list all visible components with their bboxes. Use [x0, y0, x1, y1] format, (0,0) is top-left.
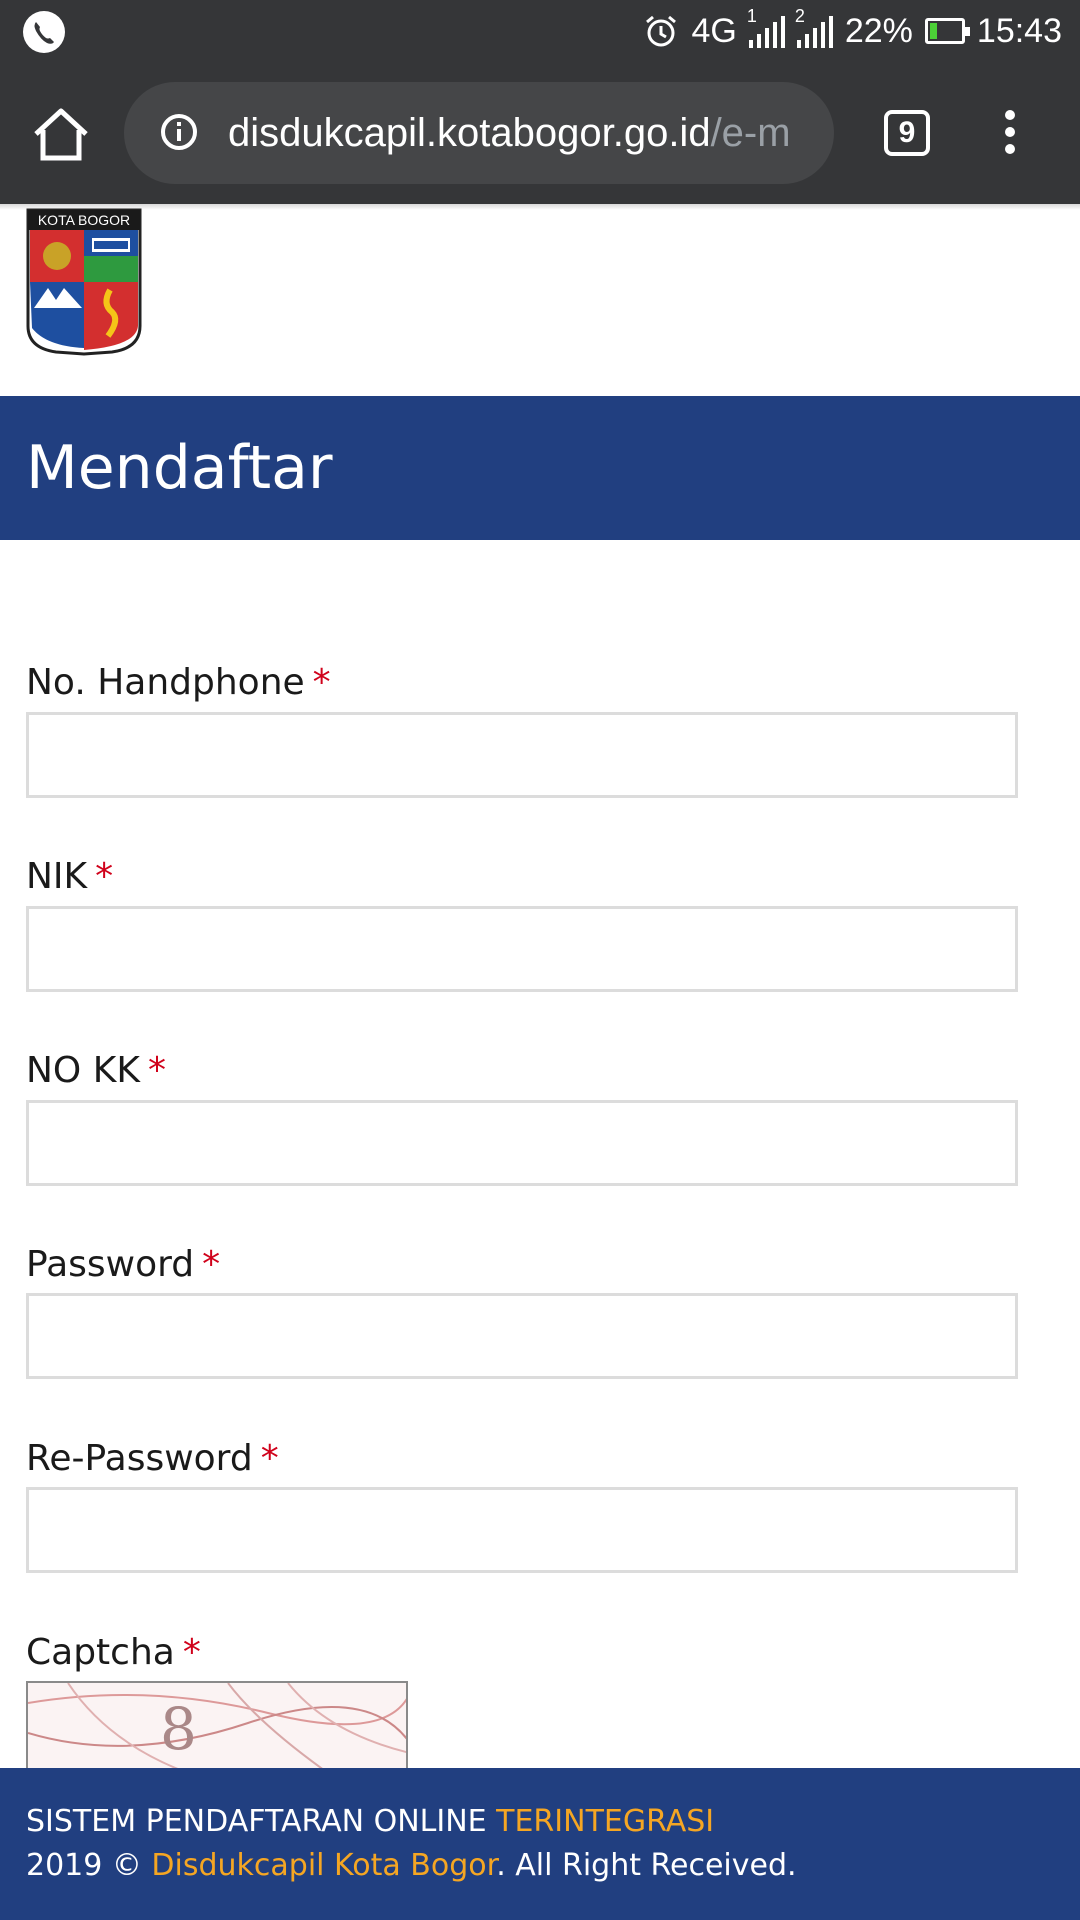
footer-accent-text: TERINTEGRASI [496, 1804, 715, 1839]
required-mark: * [182, 1632, 201, 1673]
browser-toolbar: disdukcapil.kotabogor.go.id/e-m 9 [0, 62, 1080, 204]
password-label-text: Password [26, 1244, 195, 1285]
captcha-noise: 8 [28, 1683, 406, 1769]
signal-icon: 2 [795, 6, 833, 48]
repassword-input[interactable] [26, 1487, 1018, 1573]
nik-label: NIK * [26, 856, 113, 897]
info-icon[interactable] [160, 113, 198, 151]
footer-copyright-line: 2019 © Disdukcapil Kota Bogor. All Right… [26, 1848, 797, 1883]
clock: 15:43 [976, 11, 1062, 50]
captcha-image: 8 [26, 1681, 408, 1771]
footer-system-text: SISTEM PENDAFTARAN ONLINE [26, 1804, 497, 1839]
kota-bogor-logo: KOTA BOGOR [26, 208, 142, 356]
alarm-icon [646, 15, 677, 47]
kk-label-text: NO KK [26, 1050, 140, 1091]
required-mark: * [312, 662, 331, 703]
nik-input[interactable] [26, 906, 1018, 992]
copyright-year: 2019 © [26, 1848, 152, 1883]
kk-input[interactable] [26, 1100, 1018, 1186]
captcha-char: 8 [160, 1695, 197, 1763]
home-icon[interactable] [30, 106, 92, 162]
sim2-label: 2 [794, 6, 805, 26]
tabs-icon[interactable]: 9 [884, 110, 930, 156]
phone-label-text: No. Handphone [26, 662, 305, 703]
kk-label: NO KK * [26, 1050, 166, 1091]
required-mark: * [147, 1050, 166, 1091]
network-type: 4G [691, 11, 737, 50]
sim1-label: 1 [746, 6, 757, 26]
captcha-label-text: Captcha [26, 1632, 175, 1673]
required-mark: * [260, 1438, 279, 1479]
disdukcapil-link[interactable]: Disdukcapil Kota Bogor [151, 1848, 496, 1883]
repassword-label-text: Re-Password [26, 1438, 253, 1479]
nik-label-text: NIK [26, 856, 88, 897]
url-path: /e-m [710, 111, 791, 155]
overflow-menu-icon[interactable] [996, 110, 1024, 156]
password-input[interactable] [26, 1293, 1018, 1379]
phone-icon [23, 11, 65, 53]
footer: SISTEM PENDAFTARAN ONLINE TERINTEGRASI 2… [0, 1768, 1080, 1920]
required-mark: * [202, 1244, 221, 1285]
phone-label: No. Handphone * [26, 662, 331, 703]
phone-input[interactable] [26, 712, 1018, 798]
repassword-label: Re-Password * [26, 1438, 279, 1479]
battery-icon [924, 18, 970, 44]
address-bar[interactable]: disdukcapil.kotabogor.go.id/e-m [124, 82, 834, 184]
page-header: Mendaftar [0, 396, 1080, 540]
captcha-label: Captcha * [26, 1632, 201, 1673]
status-bar: 4G 1 2 22% 15:43 [0, 0, 1080, 62]
page-title: Mendaftar [26, 433, 333, 503]
required-mark: * [95, 856, 114, 897]
password-label: Password * [26, 1244, 220, 1285]
battery-percent: 22% [844, 11, 913, 50]
toolbar-shadow [0, 204, 1080, 210]
url-domain: disdukcapil.kotabogor.go.id [228, 111, 711, 155]
copyright-suffix: . All Right Received. [496, 1848, 797, 1883]
logo-text: KOTA BOGOR [38, 212, 130, 228]
signal-icon: 1 [747, 6, 785, 48]
url-text[interactable]: disdukcapil.kotabogor.go.id/e-m [228, 82, 818, 184]
footer-system-line: SISTEM PENDAFTARAN ONLINE TERINTEGRASI [26, 1804, 714, 1839]
